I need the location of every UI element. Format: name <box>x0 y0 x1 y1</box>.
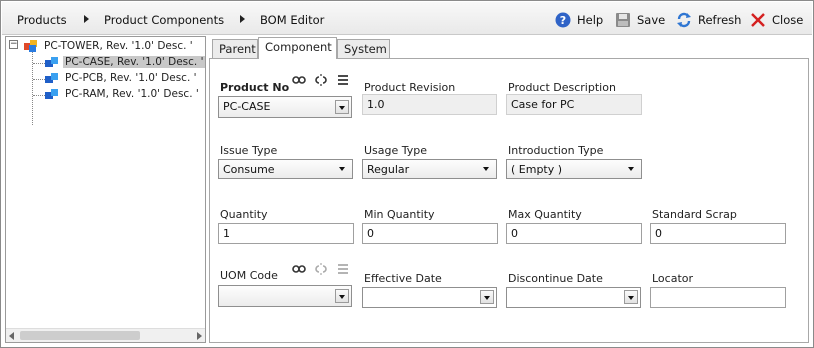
save-label: Save <box>637 13 666 27</box>
help-icon: ? <box>555 12 571 28</box>
tree-node-label: PC-RAM, Rev. '1.0' Desc. ' <box>65 88 199 100</box>
component-icon <box>44 87 60 101</box>
max-quantity-label: Max Quantity <box>508 208 582 221</box>
quantity-input[interactable]: 1 <box>218 223 354 244</box>
product-no-label: Product No <box>220 81 290 94</box>
standard-scrap-input[interactable]: 0 <box>650 223 786 244</box>
uom-code-select[interactable] <box>218 285 352 307</box>
svg-text:?: ? <box>560 14 566 27</box>
scroll-left-icon[interactable] <box>9 332 14 340</box>
introduction-type-select[interactable]: ( Empty ) <box>506 159 642 179</box>
chevron-down-icon[interactable] <box>625 162 639 176</box>
component-icon <box>44 55 60 69</box>
product-revision-field: 1.0 <box>362 94 497 115</box>
effective-date-picker[interactable] <box>362 287 497 308</box>
product-revision-label: Product Revision <box>364 81 456 94</box>
save-button[interactable]: Save <box>615 10 665 30</box>
list-icon <box>336 263 350 275</box>
assembly-icon <box>23 39 39 53</box>
issue-type-value: Consume <box>223 163 275 176</box>
top-toolbar: Products Product Components BOM Editor ?… <box>2 2 812 35</box>
locator-input[interactable] <box>650 287 786 308</box>
breadcrumb-products[interactable]: Products <box>17 13 67 27</box>
link-icon[interactable] <box>292 74 306 86</box>
tab-system[interactable]: System <box>337 39 390 59</box>
usage-type-select[interactable]: Regular <box>362 159 497 179</box>
chevron-down-icon[interactable] <box>624 290 638 304</box>
tree-horizontal-scrollbar[interactable] <box>6 328 205 342</box>
discontinue-date-picker[interactable] <box>506 287 641 308</box>
breadcrumb-product-components[interactable]: Product Components <box>104 13 224 27</box>
chevron-down-icon[interactable] <box>335 100 349 114</box>
tree-node-root[interactable]: PC-TOWER, Rev. '1.0' Desc. ' <box>23 38 195 54</box>
product-description-field: Case for PC <box>506 94 642 115</box>
introduction-type-label: Introduction Type <box>508 144 604 157</box>
save-icon <box>615 12 631 28</box>
introduction-type-value: ( Empty ) <box>511 163 563 176</box>
chevron-down-icon[interactable] <box>335 289 349 303</box>
refresh-icon <box>676 12 692 28</box>
usage-type-label: Usage Type <box>364 144 428 157</box>
refresh-button[interactable]: Refresh <box>676 10 741 30</box>
unlink-icon[interactable] <box>314 74 328 86</box>
close-label: Close <box>772 13 804 27</box>
component-icon <box>44 71 60 85</box>
uom-code-label: UOM Code <box>220 269 278 282</box>
product-no-select[interactable]: PC-CASE <box>218 96 352 118</box>
discontinue-date-label: Discontinue Date <box>508 272 603 285</box>
chevron-down-icon[interactable] <box>336 162 350 176</box>
tab-component[interactable]: Component <box>258 37 337 59</box>
breadcrumb-bom-editor: BOM Editor <box>260 13 325 27</box>
close-icon <box>750 12 766 28</box>
issue-type-label: Issue Type <box>220 144 278 157</box>
list-icon[interactable] <box>336 74 350 86</box>
tree-node-label: PC-TOWER, Rev. '1.0' Desc. ' <box>44 40 193 52</box>
tree-connector <box>32 50 33 125</box>
bom-tree-panel: − PC-TOWER, Rev. '1.0' Desc. ' PC-CASE, … <box>5 36 206 343</box>
locator-label: Locator <box>652 272 694 285</box>
unlink-icon <box>314 263 328 275</box>
breadcrumb-separator-icon <box>84 15 89 23</box>
effective-date-label: Effective Date <box>364 272 442 285</box>
issue-type-select[interactable]: Consume <box>218 159 353 179</box>
standard-scrap-label: Standard Scrap <box>652 208 737 221</box>
usage-type-value: Regular <box>367 163 410 176</box>
tree-node-label: PC-PCB, Rev. '1.0' Desc. ' <box>65 72 197 84</box>
tree-node-child[interactable]: PC-PCB, Rev. '1.0' Desc. ' <box>44 70 199 86</box>
product-no-value: PC-CASE <box>223 100 271 113</box>
chevron-down-icon[interactable] <box>480 290 494 304</box>
min-quantity-input[interactable]: 0 <box>362 223 498 244</box>
tree-node-child[interactable]: PC-CASE, Rev. '1.0' Desc. ' <box>44 54 205 70</box>
max-quantity-input[interactable]: 0 <box>506 223 642 244</box>
bom-editor-window: Products Product Components BOM Editor ?… <box>0 0 814 348</box>
scroll-right-icon[interactable] <box>197 332 202 340</box>
tree-node-label: PC-CASE, Rev. '1.0' Desc. ' <box>63 56 205 68</box>
tree-collapse-toggle[interactable]: − <box>9 40 18 49</box>
link-icon[interactable] <box>292 263 306 275</box>
tree-node-child[interactable]: PC-RAM, Rev. '1.0' Desc. ' <box>44 86 201 102</box>
tab-parent[interactable]: Parent <box>212 39 258 59</box>
help-button[interactable]: ? Help <box>555 10 603 30</box>
close-button[interactable]: Close <box>750 10 803 30</box>
breadcrumb-separator-icon <box>240 15 245 23</box>
scrollbar-thumb[interactable] <box>20 331 140 340</box>
product-description-label: Product Description <box>508 81 616 94</box>
help-label: Help <box>577 13 604 27</box>
quantity-label: Quantity <box>220 208 268 221</box>
refresh-label: Refresh <box>698 13 742 27</box>
chevron-down-icon[interactable] <box>480 162 494 176</box>
min-quantity-label: Min Quantity <box>364 208 435 221</box>
